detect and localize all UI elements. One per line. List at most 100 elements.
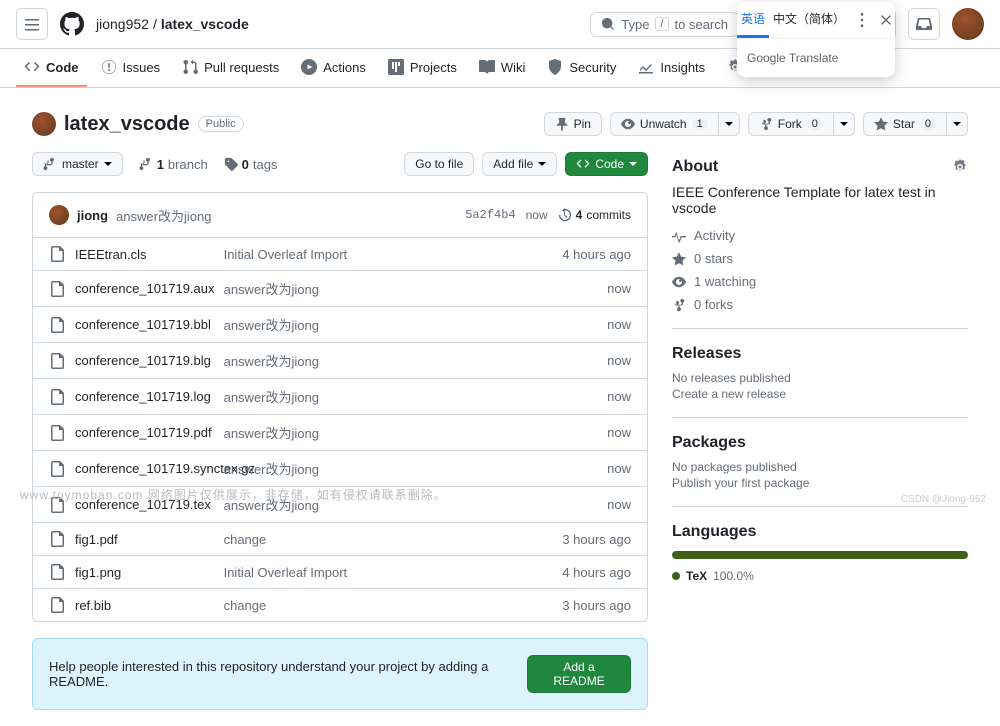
tab-wiki[interactable]: Wiki: [471, 49, 534, 87]
caret-down-icon: [104, 160, 112, 168]
file-commit-message[interactable]: Initial Overleaf Import: [224, 565, 486, 580]
file-name-link[interactable]: ref.bib: [75, 598, 111, 613]
visibility-badge: Public: [198, 116, 244, 132]
commit-sha[interactable]: 5a2f4b4: [465, 208, 515, 222]
tab-issues[interactable]: Issues: [93, 49, 169, 87]
close-icon[interactable]: [879, 13, 893, 27]
language-item-tex[interactable]: TeX100.0%: [672, 569, 968, 583]
gear-icon[interactable]: [952, 159, 968, 175]
project-icon: [388, 59, 404, 75]
file-row: conference_101719.blganswer改为jiongnow: [33, 342, 647, 378]
owner-link[interactable]: jiong952: [96, 16, 149, 32]
file-table: IEEEtran.clsInitial Overleaf Import4 hou…: [32, 237, 648, 622]
google-brand: Google: [747, 51, 786, 65]
add-file-button[interactable]: Add file: [482, 152, 557, 176]
packages-heading: Packages: [672, 434, 968, 452]
star-caret[interactable]: [947, 112, 968, 136]
file-name-link[interactable]: conference_101719.aux: [75, 281, 215, 296]
tab-insights[interactable]: Insights: [630, 49, 713, 87]
pr-icon: [182, 59, 198, 75]
file-commit-message[interactable]: change: [224, 598, 486, 613]
publish-package-link[interactable]: Publish your first package: [672, 476, 809, 490]
google-translate-popup: 英语 中文（简体） Google Translate: [737, 2, 895, 77]
file-icon: [49, 317, 65, 333]
avatar[interactable]: [952, 8, 984, 40]
commit-message[interactable]: answer改为jiong: [116, 206, 211, 225]
readme-banner: Help people interested in this repositor…: [32, 638, 648, 710]
tags-link[interactable]: 0tags: [224, 157, 278, 172]
repo-link[interactable]: latex_vscode: [161, 16, 249, 32]
file-commit-message[interactable]: Initial Overleaf Import: [224, 247, 486, 262]
branches-link[interactable]: 1branch: [139, 157, 208, 172]
more-options-icon[interactable]: [855, 13, 869, 27]
code-button[interactable]: Code: [565, 152, 648, 176]
translate-tab-chinese[interactable]: 中文（简体）: [769, 2, 849, 38]
file-commit-message[interactable]: answer改为jiong: [224, 315, 486, 334]
code-icon: [24, 59, 40, 75]
tab-code[interactable]: Code: [16, 49, 87, 87]
branch-button[interactable]: master: [32, 152, 123, 176]
file-commit-message[interactable]: change: [224, 532, 486, 547]
tab-actions[interactable]: Actions: [293, 49, 374, 87]
unwatch-caret[interactable]: [719, 112, 740, 136]
pin-icon: [555, 117, 569, 131]
commit-author-avatar[interactable]: [49, 205, 69, 225]
file-name-link[interactable]: IEEEtran.cls: [75, 247, 147, 262]
file-commit-message[interactable]: answer改为jiong: [224, 423, 486, 442]
star-button[interactable]: Star0: [863, 112, 947, 136]
watching-link[interactable]: 1 watching: [672, 274, 968, 289]
github-logo-icon[interactable]: [60, 12, 84, 36]
file-commit-message[interactable]: answer改为jiong: [224, 459, 486, 478]
file-icon: [49, 597, 65, 613]
file-commit-time: now: [485, 389, 631, 404]
language-bar: [672, 551, 968, 559]
book-icon: [479, 59, 495, 75]
pin-button[interactable]: Pin: [544, 112, 602, 136]
play-icon: [301, 59, 317, 75]
forks-link[interactable]: 0 forks: [672, 297, 968, 312]
file-commit-time: 4 hours ago: [485, 565, 631, 580]
file-row: conference_101719.bbl answer改为jiongnow: [33, 306, 647, 342]
commit-author[interactable]: jiong: [77, 208, 108, 223]
fork-icon: [759, 117, 773, 131]
file-name-link[interactable]: fig1.png: [75, 565, 121, 580]
caret-down-icon: [725, 120, 733, 128]
file-commit-time: now: [485, 317, 631, 332]
tab-pull-requests[interactable]: Pull requests: [174, 49, 287, 87]
file-commit-time: now: [485, 425, 631, 440]
star-icon: [874, 117, 888, 131]
file-name-link[interactable]: conference_101719.pdf: [75, 425, 212, 440]
commits-link[interactable]: 4commits: [558, 208, 631, 222]
file-name-link[interactable]: conference_101719.bbl: [75, 317, 211, 332]
tag-icon: [224, 157, 238, 171]
file-icon: [49, 281, 65, 297]
caret-down-icon: [538, 160, 546, 168]
file-commit-message[interactable]: answer改为jiong: [224, 387, 486, 406]
goto-file-button[interactable]: Go to file: [404, 152, 474, 176]
notifications-button[interactable]: [908, 8, 940, 40]
file-icon: [49, 461, 65, 477]
search-input[interactable]: Type / to search: [590, 12, 739, 37]
translate-tab-english[interactable]: 英语: [737, 2, 769, 38]
tab-projects[interactable]: Projects: [380, 49, 465, 87]
readme-banner-text: Help people interested in this repositor…: [49, 659, 527, 689]
add-readme-button[interactable]: Add a README: [527, 655, 631, 693]
activity-link[interactable]: Activity: [672, 228, 968, 243]
file-commit-message[interactable]: answer改为jiong: [224, 351, 486, 370]
file-row: conference_101719.auxanswer改为jiongnow: [33, 270, 647, 306]
file-name-link[interactable]: conference_101719.log: [75, 389, 211, 404]
file-name-link[interactable]: fig1.pdf: [75, 532, 118, 547]
repo-title[interactable]: latex_vscode: [64, 113, 190, 136]
fork-button[interactable]: Fork0: [748, 112, 834, 136]
stars-link[interactable]: 0 stars: [672, 251, 968, 266]
lang-dot: [672, 572, 680, 580]
file-commit-message[interactable]: answer改为jiong: [224, 279, 486, 298]
unwatch-button[interactable]: Unwatch1: [610, 112, 719, 136]
history-icon: [558, 208, 572, 222]
hamburger-menu[interactable]: [16, 8, 48, 40]
file-row: conference_101719.pdf answer改为jiongnow: [33, 414, 647, 450]
create-release-link[interactable]: Create a new release: [672, 387, 786, 401]
file-name-link[interactable]: conference_101719.blg: [75, 353, 211, 368]
fork-caret[interactable]: [834, 112, 855, 136]
tab-security[interactable]: Security: [539, 49, 624, 87]
